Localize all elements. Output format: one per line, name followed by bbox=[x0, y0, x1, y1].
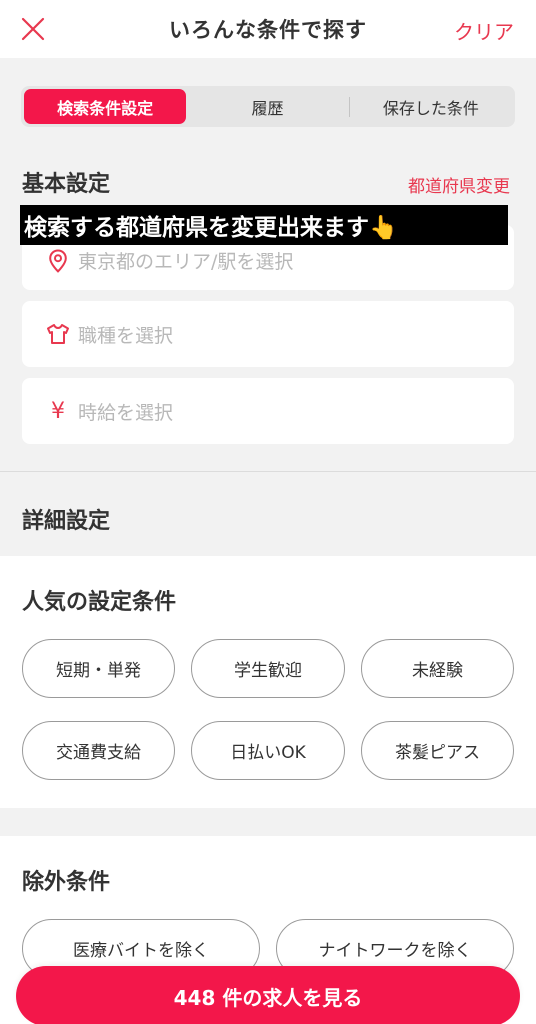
annotation-banner: 検索する都道府県を変更出来ます👆 bbox=[20, 205, 508, 245]
chip-daily-pay[interactable]: 日払いOK bbox=[191, 721, 345, 780]
popular-conditions-heading: 人気の設定条件 bbox=[22, 590, 177, 615]
section-divider bbox=[0, 471, 536, 472]
area-station-placeholder: 東京都のエリア/駅を選択 bbox=[78, 251, 294, 273]
page-title: いろんな条件で探す bbox=[169, 18, 367, 42]
change-prefecture-link[interactable]: 都道府県変更 bbox=[408, 172, 510, 197]
tab-history[interactable]: 履歴 bbox=[186, 89, 348, 124]
chip-transport-paid[interactable]: 交通費支給 bbox=[22, 721, 175, 780]
tab-search-conditions[interactable]: 検索条件設定 bbox=[24, 89, 187, 124]
close-icon bbox=[21, 17, 45, 41]
tab-saved-conditions[interactable]: 保存した条件 bbox=[350, 89, 512, 124]
search-mode-tabs: 検索条件設定 履歴 保存した条件 bbox=[21, 86, 515, 127]
detail-settings-heading: 詳細設定 bbox=[22, 509, 111, 534]
yen-icon: ¥ bbox=[51, 398, 65, 424]
hourly-wage-field[interactable]: ¥ 時給を選択 bbox=[22, 378, 514, 444]
job-type-field[interactable]: 職種を選択 bbox=[22, 301, 514, 367]
exclude-conditions-heading: 除外条件 bbox=[22, 870, 111, 895]
basic-settings-heading: 基本設定 bbox=[22, 172, 111, 197]
chip-short-term[interactable]: 短期・単発 bbox=[22, 639, 175, 698]
location-pin-icon bbox=[46, 248, 70, 273]
chip-no-experience[interactable]: 未経験 bbox=[361, 639, 514, 698]
job-type-placeholder: 職種を選択 bbox=[78, 324, 174, 347]
view-jobs-button[interactable]: 448 件の求人を見る bbox=[16, 966, 520, 1024]
hourly-wage-placeholder: 時給を選択 bbox=[78, 401, 174, 424]
clear-button[interactable]: クリア bbox=[454, 16, 514, 45]
chip-hair-color-piercing[interactable]: 茶髪ピアス bbox=[361, 721, 514, 780]
top-bar: いろんな条件で探す クリア bbox=[0, 0, 536, 58]
shirt-icon bbox=[46, 322, 70, 346]
close-button[interactable] bbox=[20, 16, 46, 42]
chip-students-welcome[interactable]: 学生歓迎 bbox=[191, 639, 345, 698]
